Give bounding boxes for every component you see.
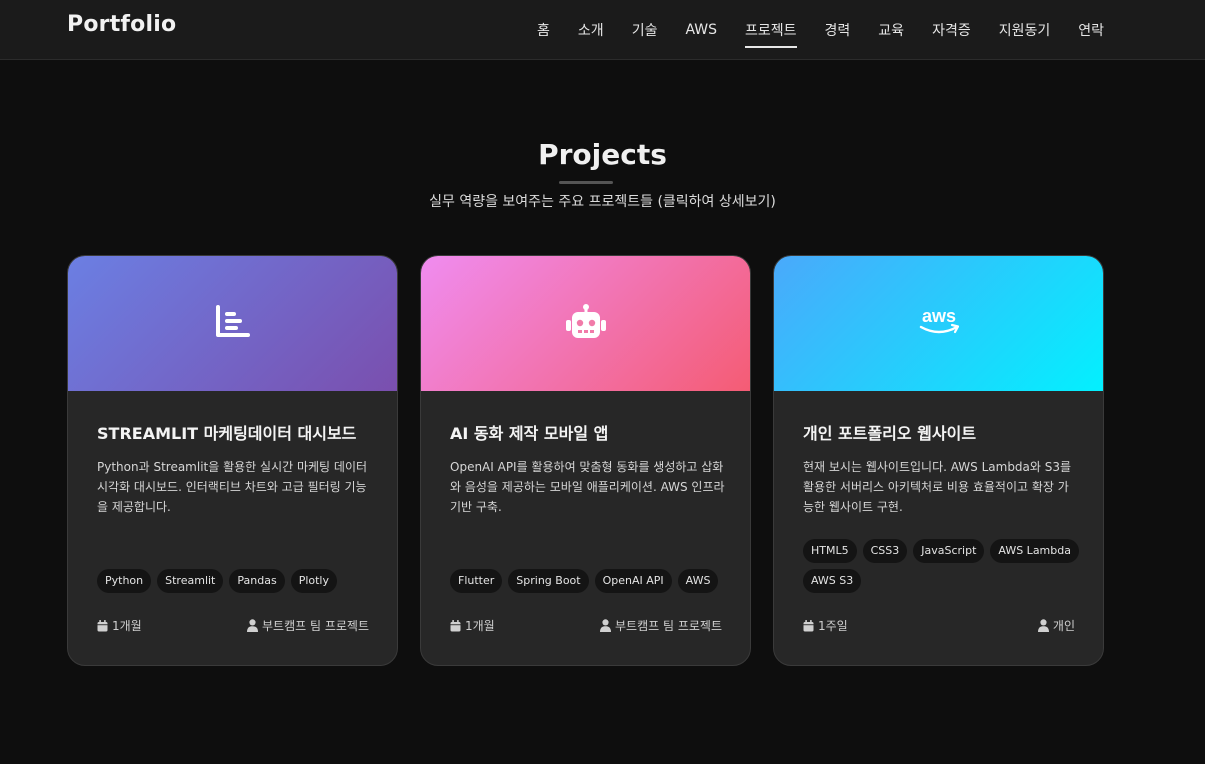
tech-tag: Python [97, 569, 152, 593]
team-meta: 부트캠프 팀 프로젝트 [247, 617, 369, 634]
chart-line-icon [215, 304, 251, 343]
project-card[interactable]: aws 개인 포트폴리오 웹사이트현재 보시는 웹사이트입니다. AWS Lamb… [773, 255, 1104, 666]
duration-text: 1개월 [465, 619, 495, 633]
project-card[interactable]: AI 동화 제작 모바일 앱 OpenAI API를 활용하여 맞춤형 동화를 생… [420, 255, 751, 666]
team-meta: 개인 [1037, 617, 1075, 634]
nav-item-skills[interactable]: 기술 [632, 14, 658, 46]
nav-item-education[interactable]: 교육 [878, 14, 904, 46]
project-card[interactable]: STREAMLIT 마케팅데이터 대시보드 Python과 Streamlit을 … [67, 255, 398, 666]
section-title: Projects [538, 138, 667, 171]
card-header [421, 256, 750, 391]
tech-tag: Spring Boot [508, 569, 589, 593]
nav-item-motivation[interactable]: 지원동기 [999, 14, 1051, 46]
title-underline [559, 181, 613, 184]
user-icon [600, 619, 611, 632]
team-text: 부트캠프 팀 프로젝트 [262, 619, 369, 633]
card-title: 개인 포트폴리오 웹사이트 [803, 424, 977, 443]
tech-tag: AWS [677, 569, 719, 593]
card-footer: 1개월 부트캠프 팀 프로젝트 [97, 617, 369, 634]
logo[interactable]: Portfolio [67, 12, 176, 37]
tag-list: Flutter Spring Boot OpenAI API AWS [450, 569, 730, 593]
tag-list: HTML5 CSS3 JavaScript AWS Lambda AWS S3 [803, 539, 1083, 593]
tech-tag: Flutter [450, 569, 503, 593]
team-meta: 부트캠프 팀 프로젝트 [600, 617, 722, 634]
user-icon [1037, 619, 1049, 632]
nav-item-contact[interactable]: 연락 [1078, 14, 1104, 46]
aws-logo-icon: aws [917, 306, 961, 341]
tech-tag: AWS Lambda [990, 539, 1079, 563]
nav-item-projects[interactable]: 프로젝트 [745, 14, 797, 48]
card-description: OpenAI API를 활용하여 맞춤형 동화를 생성하고 삽화와 음성을 제공… [450, 460, 725, 514]
team-text: 개인 [1052, 619, 1075, 633]
duration-text: 1주일 [818, 619, 848, 633]
calendar-icon [450, 619, 461, 632]
tech-tag: HTML5 [803, 539, 857, 563]
card-description: Python과 Streamlit을 활용한 실시간 마케팅 데이터 시각화 대… [97, 460, 368, 514]
nav-item-certificates[interactable]: 자격증 [932, 14, 971, 46]
team-text: 부트캠프 팀 프로젝트 [615, 619, 722, 633]
tag-list: Python Streamlit Pandas Plotly [97, 569, 377, 593]
calendar-icon [803, 619, 814, 632]
svg-text:aws: aws [921, 307, 955, 326]
nav-item-home[interactable]: 홈 [537, 14, 550, 46]
card-footer: 1주일 개인 [803, 617, 1075, 634]
tech-tag: Streamlit [157, 569, 224, 593]
nav-item-aws[interactable]: AWS [685, 16, 717, 44]
duration-meta: 1개월 [450, 617, 495, 634]
card-title: AI 동화 제작 모바일 앱 [450, 424, 609, 443]
card-footer: 1개월 부트캠프 팀 프로젝트 [450, 617, 722, 634]
card-description: 현재 보시는 웹사이트입니다. AWS Lambda와 S3를 활용한 서버리스… [803, 460, 1072, 514]
tech-tag: CSS3 [862, 539, 908, 563]
card-header [68, 256, 397, 391]
section-subtitle: 실무 역량을 보여주는 주요 프로젝트들 (클릭하여 상세보기) [429, 194, 776, 210]
main-nav: 홈 소개 기술 AWS 프로젝트 경력 교육 자격증 지원동기 연락 [537, 0, 1104, 60]
tech-tag: OpenAI API [594, 569, 672, 593]
navbar: Portfolio 홈 소개 기술 AWS 프로젝트 경력 교육 자격증 지원동기 연락 [0, 0, 1205, 60]
card-title: STREAMLIT 마케팅데이터 대시보드 [97, 424, 357, 443]
user-icon [247, 619, 258, 632]
tech-tag: Plotly [290, 569, 337, 593]
nav-item-about[interactable]: 소개 [578, 14, 604, 46]
tech-tag: Pandas [229, 569, 285, 593]
robot-icon [564, 303, 608, 344]
tech-tag: AWS S3 [803, 569, 862, 593]
duration-text: 1개월 [112, 619, 142, 633]
tech-tag: JavaScript [913, 539, 985, 563]
duration-meta: 1개월 [97, 617, 142, 634]
duration-meta: 1주일 [803, 617, 848, 634]
nav-item-career[interactable]: 경력 [825, 14, 851, 46]
card-header: aws [774, 256, 1103, 391]
calendar-icon [97, 619, 108, 632]
